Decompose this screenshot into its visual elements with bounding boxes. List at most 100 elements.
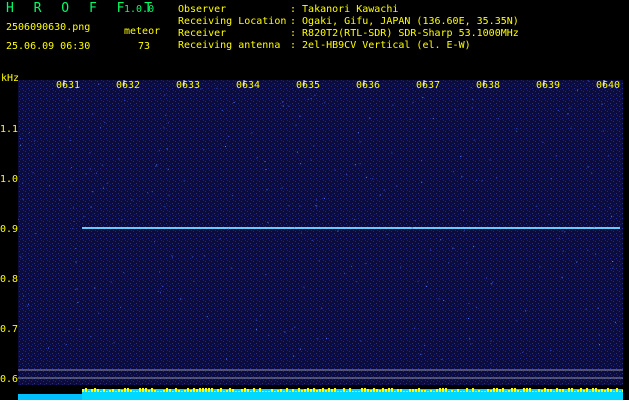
power-bar (517, 390, 519, 392)
power-bar (406, 391, 408, 392)
noise-speck (316, 206, 318, 208)
power-bar (601, 389, 603, 392)
noise-speck (440, 239, 442, 241)
noise-speck (72, 207, 74, 209)
power-bar (541, 390, 543, 392)
noise-speck (22, 182, 24, 184)
power-bar (334, 388, 336, 392)
noise-speck (561, 230, 563, 232)
power-bar (490, 390, 492, 392)
power-bar (295, 391, 297, 392)
power-bar (283, 391, 285, 392)
x-tick-label: 0638 (476, 80, 501, 91)
power-bar (250, 391, 252, 392)
noise-speck (422, 97, 424, 99)
power-bar (604, 390, 606, 392)
noise-speck (598, 334, 600, 336)
noise-speck (123, 272, 125, 274)
location-key: Receiving Location (178, 16, 287, 27)
meteor-count: 73 (138, 41, 151, 52)
noise-speck (471, 107, 473, 109)
noise-speck (516, 130, 518, 132)
noise-speck (472, 99, 474, 100)
noise-speck (33, 140, 35, 142)
y-tick-label: 1.1 (0, 124, 19, 135)
noise-speck (468, 318, 470, 319)
noise-speck (461, 176, 463, 178)
noise-speck (71, 167, 72, 168)
noise-speck (396, 185, 398, 187)
noise-speck (576, 261, 578, 263)
noise-speck (386, 234, 388, 235)
noise-speck (412, 101, 414, 103)
power-bar (367, 389, 369, 392)
noise-speck (83, 216, 85, 218)
power-bar (217, 389, 219, 392)
receiver-value: : R820T2(RTL-SDR) SDR-Sharp 53.1000MHz (290, 28, 519, 39)
noise-speck (313, 145, 315, 147)
noise-speck (288, 105, 290, 107)
noise-speck (417, 280, 419, 282)
noise-speck (228, 228, 229, 230)
power-bar (493, 388, 495, 392)
noise-speck (300, 163, 302, 165)
noise-speck (466, 262, 468, 264)
noise-speck (424, 128, 426, 129)
power-bar (229, 388, 231, 392)
power-bar (100, 391, 102, 392)
noise-speck (587, 166, 589, 168)
noise-speck (20, 358, 22, 360)
noise-speck (266, 189, 268, 191)
power-bar (577, 390, 579, 392)
noise-speck (73, 221, 75, 222)
power-bar (550, 389, 552, 392)
power-bar (124, 388, 126, 392)
power-bar (403, 391, 405, 392)
noise-speck (28, 304, 29, 306)
noise-speck (470, 87, 472, 89)
power-bar (613, 391, 615, 392)
power-bar (592, 388, 594, 392)
power-bar (163, 390, 165, 392)
noise-speck (264, 161, 266, 163)
noise-speck (282, 105, 284, 107)
noise-speck (104, 121, 106, 123)
noise-speck (427, 281, 428, 283)
noise-speck (120, 306, 121, 308)
noise-speck (478, 220, 480, 222)
noise-speck (216, 87, 218, 89)
noise-speck (326, 337, 328, 339)
noise-speck (357, 132, 359, 134)
power-bar (346, 391, 348, 392)
power-bar (262, 391, 264, 392)
power-bar (361, 388, 363, 392)
power-bar (322, 388, 324, 392)
noise-speck (164, 206, 166, 208)
power-bar (256, 391, 258, 392)
power-bar (370, 390, 372, 392)
power-bar (397, 389, 399, 392)
power-bar (511, 388, 513, 392)
power-bar (196, 389, 198, 392)
noise-speck (588, 80, 589, 82)
noise-speck (172, 256, 173, 258)
power-bar (319, 389, 321, 392)
power-bar (238, 391, 240, 392)
noise-speck (614, 321, 616, 323)
power-bar (523, 388, 525, 392)
noise-speck (52, 153, 54, 155)
power-bar (391, 388, 393, 392)
power-bar (151, 388, 153, 392)
noise-speck (191, 256, 193, 258)
power-bar (478, 390, 480, 392)
power-bar (202, 388, 204, 392)
noise-speck (425, 285, 427, 287)
power-bar (286, 388, 288, 392)
power-bar (526, 388, 528, 392)
power-bar (376, 389, 378, 392)
noise-speck (460, 156, 462, 157)
noise-speck (372, 178, 374, 180)
noise-speck (265, 274, 267, 276)
noise-speck (476, 180, 478, 181)
power-bar (529, 388, 531, 392)
